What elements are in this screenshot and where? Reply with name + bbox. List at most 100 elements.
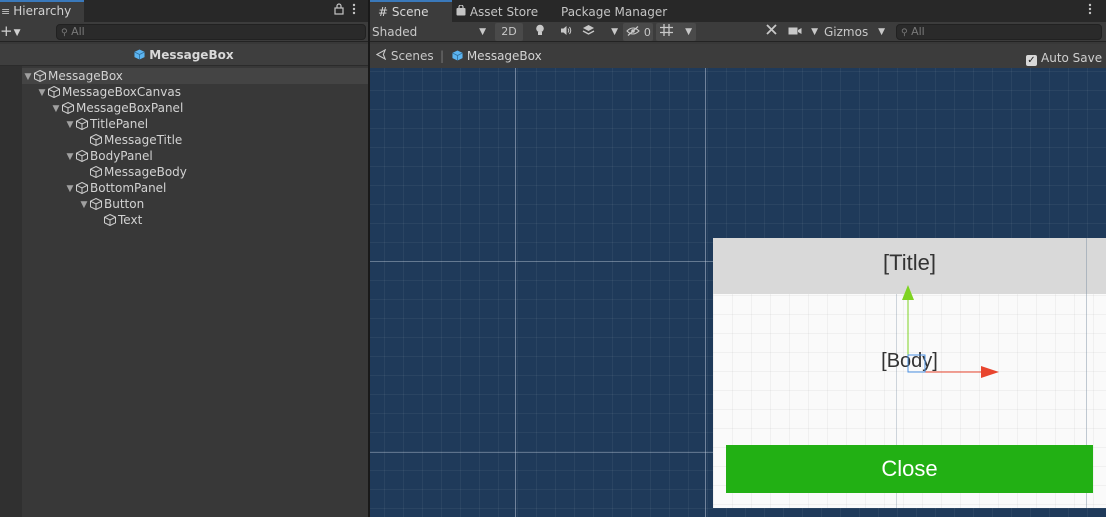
hierarchy-item-label: MessageBoxPanel — [76, 101, 184, 115]
hierarchy-item[interactable]: ▼ BodyPanel — [22, 148, 368, 164]
close-button[interactable]: Close — [726, 445, 1093, 493]
gameobject-cube-icon — [104, 213, 118, 230]
hierarchy-item[interactable]: ▼ BottomPanel — [22, 180, 368, 196]
gizmos-dropdown[interactable]: Gizmos ▼ — [821, 23, 889, 41]
toggle-2d-button[interactable]: 2D — [495, 23, 523, 41]
tab-scene-label: Scene — [391, 5, 429, 19]
hierarchy-gutter — [0, 66, 22, 517]
prefab-cube-icon — [134, 45, 146, 60]
scene-search-input[interactable]: ⚲ All — [896, 24, 1102, 40]
effects-dropdown[interactable]: ▼ — [582, 23, 620, 41]
search-icon: ⚲ — [61, 28, 68, 38]
breadcrumb-current[interactable]: MessageBox — [452, 44, 542, 68]
eye-slash-icon — [626, 25, 644, 39]
hierarchy-item-label: TitlePanel — [90, 117, 149, 131]
hierarchy-item-label: BottomPanel — [90, 181, 167, 195]
fold-arrow-icon[interactable]: ▼ — [78, 197, 90, 213]
hierarchy-tab-bar: ≡ Hierarchy — [0, 0, 368, 22]
grid-dropdown[interactable]: ▼ — [656, 23, 696, 41]
shopping-bag-icon — [456, 4, 470, 19]
speaker-icon — [560, 25, 572, 39]
create-button[interactable]: +▼ — [0, 22, 24, 42]
shading-mode-value: Shaded — [372, 25, 418, 39]
hierarchy-item-label: MessageTitle — [104, 133, 183, 147]
hierarchy-item-label: MessageBoxCanvas — [62, 85, 181, 99]
hierarchy-item[interactable]: ▼ TitlePanel — [22, 116, 368, 132]
auto-save-toggle[interactable]: ✓ Auto Save — [1026, 46, 1104, 70]
tab-package-manager-label: Package Manager — [561, 5, 668, 19]
hierarchy-item-label: BodyPanel — [90, 149, 153, 163]
scene-viewport[interactable]: [Title] [Body] Close — [370, 68, 1106, 517]
camera-dropdown[interactable]: ▼ — [788, 23, 818, 41]
hierarchy-tab[interactable]: ≡ Hierarchy — [0, 0, 84, 22]
fold-arrow-icon[interactable]: ▼ — [64, 149, 76, 165]
hierarchy-item-label: Text — [118, 213, 143, 227]
audio-toggle[interactable] — [556, 23, 576, 41]
hierarchy-item[interactable]: MessageBody — [22, 164, 368, 180]
hierarchy-item-label: MessageBox — [48, 69, 123, 83]
scene-tab-bar: # Scene Asset Store Package Manager — [370, 0, 1106, 22]
prefab-mode-header: MessageBox — [0, 44, 368, 66]
fold-arrow-icon[interactable]: ▼ — [64, 181, 76, 197]
toggle-2d-label: 2D — [501, 25, 517, 38]
breadcrumb-separator: | — [440, 49, 445, 63]
hierarchy-item[interactable]: ▼ MessageBoxPanel — [22, 100, 368, 116]
grid-line — [515, 68, 516, 517]
breadcrumb-scenes-label: Scenes — [390, 49, 434, 63]
scene-panel: # Scene Asset Store Package Manager Shad… — [370, 0, 1106, 517]
list-icon: ≡ — [1, 5, 11, 18]
hierarchy-search-placeholder: All — [71, 25, 85, 38]
dropdown-arrow-icon: ▼ — [479, 27, 486, 37]
fold-arrow-icon[interactable]: ▼ — [50, 101, 62, 117]
prefab-cube-icon — [452, 45, 463, 61]
tab-asset-store[interactable]: Asset Store — [456, 0, 552, 22]
fold-arrow-icon[interactable]: ▼ — [22, 69, 34, 85]
dropdown-arrow-icon: ▼ — [878, 27, 885, 37]
message-title: [Title] — [883, 250, 936, 275]
unity-scene-icon — [375, 48, 391, 63]
hierarchy-item[interactable]: ▼ MessageBox — [22, 68, 368, 84]
fold-arrow-icon[interactable]: ▼ — [36, 85, 48, 101]
scene-search-placeholder: All — [911, 25, 925, 38]
layers-icon — [582, 25, 595, 39]
tab-package-manager[interactable]: Package Manager — [561, 0, 671, 22]
breadcrumb-scenes[interactable]: Scenes — [375, 44, 434, 68]
breadcrumb: Scenes | MessageBox ✓ Auto Save — [370, 44, 1106, 68]
fold-arrow-icon[interactable]: ▼ — [64, 117, 76, 133]
hierarchy-item[interactable]: MessageTitle — [22, 132, 368, 148]
dropdown-arrow-icon: ▼ — [611, 27, 618, 37]
grid-icon — [660, 24, 673, 39]
kebab-menu-icon[interactable] — [352, 3, 356, 18]
message-box-panel[interactable]: [Title] [Body] Close — [713, 238, 1106, 508]
wrench-cross-icon — [765, 24, 778, 39]
dropdown-arrow-icon: ▼ — [13, 28, 21, 38]
close-button-label: Close — [881, 456, 938, 481]
lighting-toggle[interactable] — [530, 23, 550, 41]
hierarchy-item[interactable]: ▼ Button — [22, 196, 368, 212]
hierarchy-item-label: Button — [104, 197, 145, 211]
camera-icon — [788, 25, 802, 39]
scene-kebab-menu-icon[interactable] — [1088, 3, 1092, 18]
breadcrumb-current-label: MessageBox — [466, 49, 542, 63]
tools-button[interactable] — [760, 23, 782, 41]
prefab-title: MessageBox — [149, 48, 234, 62]
auto-save-label: Auto Save — [1041, 51, 1103, 65]
hierarchy-tab-label: Hierarchy — [13, 4, 72, 18]
hierarchy-item[interactable]: ▼ MessageBoxCanvas — [22, 84, 368, 100]
search-icon: ⚲ — [901, 28, 908, 38]
shading-mode-dropdown[interactable]: Shaded ▼ — [372, 23, 490, 41]
hierarchy-item[interactable]: Text — [22, 212, 368, 228]
lock-icon[interactable] — [334, 3, 344, 18]
hierarchy-panel: ≡ Hierarchy +▼ ⚲ All MessageBox ▼ MessageB… — [0, 0, 368, 517]
plus-icon: + — [0, 22, 13, 40]
tab-scene[interactable]: # Scene — [370, 0, 452, 22]
hidden-objects-toggle[interactable]: 0 — [623, 23, 653, 41]
move-gizmo-icon[interactable] — [863, 280, 1013, 388]
dropdown-arrow-icon: ▼ — [811, 27, 818, 37]
checkmark-icon: ✓ — [1026, 55, 1037, 66]
hierarchy-search-input[interactable]: ⚲ All — [56, 24, 366, 40]
hierarchy-item-label: MessageBody — [104, 165, 187, 179]
hash-icon: # — [378, 5, 389, 19]
gizmos-label: Gizmos — [824, 25, 869, 39]
tab-asset-store-label: Asset Store — [469, 5, 539, 19]
